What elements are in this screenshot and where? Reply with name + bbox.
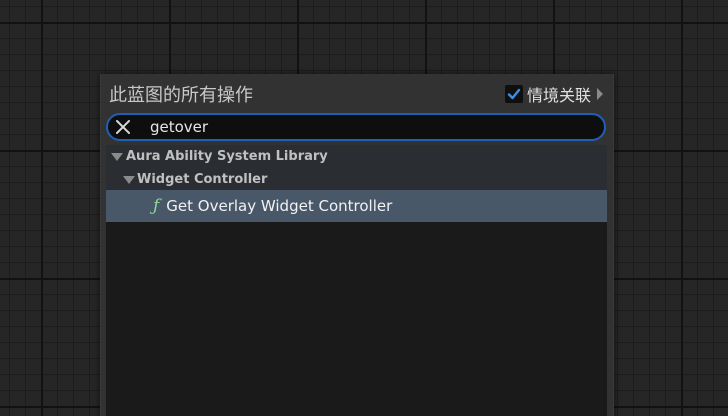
results-tree: Aura Ability System Library Widget Contr… bbox=[106, 145, 607, 416]
search-input[interactable] bbox=[150, 118, 570, 136]
clear-search-icon[interactable] bbox=[112, 116, 134, 138]
category-label: Aura Ability System Library bbox=[126, 149, 328, 164]
function-icon: ƒ bbox=[153, 195, 160, 216]
action-item-label: Get Overlay Widget Controller bbox=[166, 197, 393, 215]
context-sensitive-checkbox[interactable] bbox=[504, 85, 523, 103]
context-sensitive-label: 情境关联 bbox=[526, 86, 591, 105]
expand-arrow-icon[interactable] bbox=[597, 88, 603, 100]
action-menu: 此蓝图的所有操作 情境关联 Aura Ability System Librar… bbox=[100, 74, 614, 416]
tree-category-row[interactable]: Aura Ability System Library bbox=[106, 145, 607, 168]
subcategory-label: Widget Controller bbox=[137, 172, 268, 187]
action-menu-header: 此蓝图的所有操作 情境关联 bbox=[101, 74, 613, 114]
collapse-triangle-icon[interactable] bbox=[123, 175, 135, 184]
context-sensitive-toggle[interactable]: 情境关联 bbox=[504, 83, 603, 105]
collapse-triangle-icon[interactable] bbox=[111, 152, 123, 161]
checkmark-icon bbox=[507, 88, 521, 100]
tree-subcategory-row[interactable]: Widget Controller bbox=[106, 168, 607, 191]
menu-title: 此蓝图的所有操作 bbox=[109, 85, 253, 106]
action-item-row[interactable]: ƒ Get Overlay Widget Controller bbox=[106, 190, 607, 222]
search-box[interactable] bbox=[106, 113, 606, 141]
